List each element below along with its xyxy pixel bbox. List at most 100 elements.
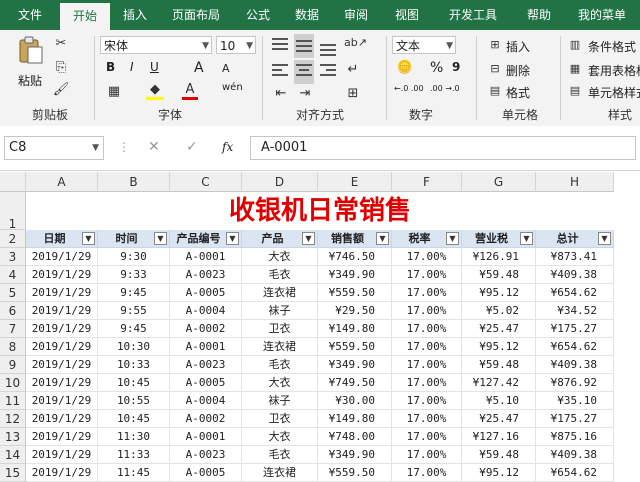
delete-cells-button[interactable]: 删除	[506, 62, 530, 79]
table-cell[interactable]: 大衣	[242, 248, 318, 266]
table-cell[interactable]: 17.00%	[392, 338, 462, 356]
table-cell[interactable]: 大衣	[242, 428, 318, 446]
tab-9[interactable]: 帮助	[514, 0, 564, 30]
table-cell[interactable]: ¥409.38	[536, 356, 614, 374]
table-cell[interactable]: ¥25.47	[462, 320, 536, 338]
row-header[interactable]: 12	[0, 410, 26, 428]
table-cell[interactable]: 9:55	[98, 302, 170, 320]
table-cell[interactable]: ¥127.16	[462, 428, 536, 446]
table-cell[interactable]: ¥59.48	[462, 446, 536, 464]
header-cell[interactable]: 产品编号 ▼	[170, 230, 242, 248]
header-cell[interactable]: 营业税 ▼	[462, 230, 536, 248]
table-cell[interactable]: ¥5.02	[462, 302, 536, 320]
filter-dropdown-icon[interactable]: ▼	[82, 232, 95, 245]
decrease-indent-icon[interactable]: ⇤	[272, 86, 290, 101]
filter-dropdown-icon[interactable]: ▼	[302, 232, 315, 245]
table-cell[interactable]: A-0004	[170, 302, 242, 320]
table-cell[interactable]: A-0023	[170, 356, 242, 374]
table-cell[interactable]: 卫衣	[242, 410, 318, 428]
table-cell[interactable]: A-0001	[170, 428, 242, 446]
table-cell[interactable]: 9:33	[98, 266, 170, 284]
table-cell[interactable]: 2019/1/29	[26, 266, 98, 284]
table-cell[interactable]: 2019/1/29	[26, 374, 98, 392]
cut-icon[interactable]: ✂	[52, 36, 70, 51]
filter-dropdown-icon[interactable]: ▼	[376, 232, 389, 245]
align-right-icon[interactable]	[320, 64, 336, 80]
row-header[interactable]: 14	[0, 446, 26, 464]
table-cell[interactable]: 毛衣	[242, 356, 318, 374]
conditional-format-icon[interactable]: ▥	[568, 38, 582, 51]
copy-icon[interactable]: ⎘	[52, 60, 70, 75]
font-color-icon[interactable]: A	[182, 82, 198, 100]
table-cell[interactable]: 2019/1/29	[26, 320, 98, 338]
table-cell[interactable]: 17.00%	[392, 320, 462, 338]
column-header[interactable]: C	[170, 172, 242, 192]
row-header[interactable]: 1	[0, 192, 26, 231]
increase-decimal-button[interactable]: ←.0 .00	[394, 84, 424, 93]
header-cell[interactable]: 销售额 ▼	[318, 230, 392, 248]
format-cells-icon[interactable]: ▤	[488, 84, 502, 97]
font-name-dropdown[interactable]: 宋体 ▼	[100, 36, 212, 54]
tab-1[interactable]: 开始	[60, 3, 110, 30]
tab-0[interactable]: 文件	[0, 0, 60, 30]
align-left-icon[interactable]	[272, 64, 288, 80]
cell-styles-icon[interactable]: ▤	[568, 84, 582, 97]
table-cell[interactable]: ¥59.48	[462, 266, 536, 284]
table-cell[interactable]: 17.00%	[392, 284, 462, 302]
tab-3[interactable]: 页面布局	[160, 0, 232, 30]
decrease-decimal-button[interactable]: .00 →.0	[430, 84, 460, 93]
table-cell[interactable]: 2019/1/29	[26, 392, 98, 410]
row-header[interactable]: 15	[0, 464, 26, 482]
table-cell[interactable]: 17.00%	[392, 410, 462, 428]
table-cell[interactable]: 2019/1/29	[26, 356, 98, 374]
table-cell[interactable]: 卫衣	[242, 320, 318, 338]
number-format-dropdown[interactable]: 文本 ▼	[392, 36, 456, 54]
table-cell[interactable]: 2019/1/29	[26, 464, 98, 482]
sheet-title[interactable]: 收银机日常销售	[26, 192, 614, 230]
table-cell[interactable]: ¥95.12	[462, 284, 536, 302]
table-cell[interactable]: 10:55	[98, 392, 170, 410]
row-header[interactable]: 8	[0, 338, 26, 356]
table-cell[interactable]: 10:30	[98, 338, 170, 356]
table-cell[interactable]: ¥175.27	[536, 320, 614, 338]
table-cell[interactable]: 10:33	[98, 356, 170, 374]
format-painter-icon[interactable]: 🖌	[52, 82, 70, 97]
align-center-icon[interactable]	[294, 60, 314, 84]
table-cell[interactable]: ¥875.16	[536, 428, 614, 446]
column-header[interactable]: A	[26, 172, 98, 192]
table-cell[interactable]: 毛衣	[242, 446, 318, 464]
table-cell[interactable]: 11:33	[98, 446, 170, 464]
table-cell[interactable]: ¥95.12	[462, 338, 536, 356]
header-cell[interactable]: 时间 ▼	[98, 230, 170, 248]
table-cell[interactable]: 毛衣	[242, 266, 318, 284]
column-header[interactable]: D	[242, 172, 318, 192]
row-header[interactable]: 9	[0, 356, 26, 374]
fill-color-icon[interactable]: ◆	[146, 82, 164, 100]
table-cell[interactable]: A-0023	[170, 446, 242, 464]
table-cell[interactable]: A-0005	[170, 284, 242, 302]
table-cell[interactable]: 17.00%	[392, 464, 462, 482]
table-cell[interactable]: 袜子	[242, 302, 318, 320]
paste-button[interactable]: 粘贴	[18, 72, 42, 89]
table-cell[interactable]: A-0005	[170, 374, 242, 392]
paste-icon[interactable]	[16, 36, 44, 66]
tab-7[interactable]: 视图	[382, 0, 432, 30]
table-cell[interactable]: A-0002	[170, 320, 242, 338]
table-cell[interactable]: A-0001	[170, 338, 242, 356]
align-top-icon[interactable]	[272, 38, 288, 54]
header-cell[interactable]: 日期 ▼	[26, 230, 98, 248]
table-cell[interactable]: 10:45	[98, 374, 170, 392]
shrink-font-button[interactable]: A	[222, 62, 230, 75]
table-cell[interactable]: 2019/1/29	[26, 338, 98, 356]
tab-6[interactable]: 审阅	[330, 0, 382, 30]
delete-cells-icon[interactable]: ⊟	[488, 62, 502, 75]
table-cell[interactable]: 2019/1/29	[26, 446, 98, 464]
underline-button[interactable]: U	[150, 60, 159, 74]
font-size-dropdown[interactable]: 10 ▼	[216, 36, 256, 54]
table-cell[interactable]: ¥35.10	[536, 392, 614, 410]
italic-button[interactable]: I	[130, 60, 134, 74]
table-cell[interactable]: ¥409.38	[536, 446, 614, 464]
name-box[interactable]: C8 ▼	[4, 136, 104, 160]
row-header[interactable]: 4	[0, 266, 26, 284]
header-cell[interactable]: 税率 ▼	[392, 230, 462, 248]
